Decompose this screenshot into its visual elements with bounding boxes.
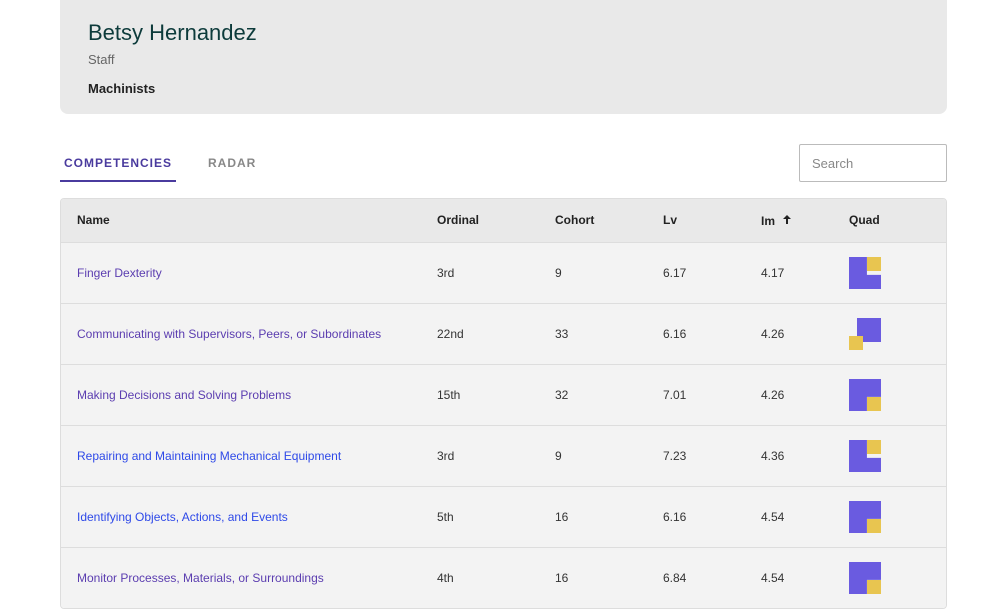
col-header-quad[interactable]: Quad <box>849 213 909 228</box>
cell-im: 4.17 <box>761 266 849 280</box>
col-header-name[interactable]: Name <box>77 213 437 228</box>
table-row: Making Decisions and Solving Problems 15t… <box>61 364 946 425</box>
col-header-im[interactable]: Im <box>761 213 849 228</box>
cell-lv: 7.23 <box>663 449 761 463</box>
cell-lv: 6.16 <box>663 510 761 524</box>
cell-lv: 6.17 <box>663 266 761 280</box>
controls-row: COMPETENCIES RADAR <box>60 144 947 182</box>
cell-quad <box>849 440 909 472</box>
table-header-row: Name Ordinal Cohort Lv Im Quad <box>61 199 946 242</box>
cell-ordinal: 22nd <box>437 327 555 341</box>
cell-cohort: 16 <box>555 571 663 585</box>
cell-im: 4.36 <box>761 449 849 463</box>
cell-quad <box>849 257 909 289</box>
quad-icon <box>849 440 881 472</box>
competency-link[interactable]: Identifying Objects, Actions, and Events <box>77 510 288 524</box>
person-category: Machinists <box>88 81 919 96</box>
person-role: Staff <box>88 52 919 67</box>
competency-link[interactable]: Communicating with Supervisors, Peers, o… <box>77 327 381 341</box>
col-header-cohort[interactable]: Cohort <box>555 213 663 228</box>
quad-icon <box>849 501 881 533</box>
tab-competencies[interactable]: COMPETENCIES <box>60 146 176 182</box>
quad-icon <box>849 257 881 289</box>
tab-radar[interactable]: RADAR <box>204 146 260 182</box>
sort-ascending-icon <box>781 213 793 228</box>
search-input[interactable] <box>799 144 947 182</box>
col-header-lv[interactable]: Lv <box>663 213 761 228</box>
competency-link[interactable]: Finger Dexterity <box>77 266 162 280</box>
cell-cohort: 16 <box>555 510 663 524</box>
cell-quad <box>849 318 909 350</box>
cell-im: 4.54 <box>761 510 849 524</box>
cell-im: 4.54 <box>761 571 849 585</box>
table-row: Monitor Processes, Materials, or Surroun… <box>61 547 946 608</box>
quad-icon <box>849 379 881 411</box>
cell-quad <box>849 562 909 594</box>
quad-icon <box>849 562 881 594</box>
cell-quad <box>849 379 909 411</box>
table-row: Communicating with Supervisors, Peers, o… <box>61 303 946 364</box>
col-header-ordinal[interactable]: Ordinal <box>437 213 555 228</box>
cell-ordinal: 5th <box>437 510 555 524</box>
cell-lv: 6.16 <box>663 327 761 341</box>
competency-link[interactable]: Making Decisions and Solving Problems <box>77 388 291 402</box>
cell-lv: 7.01 <box>663 388 761 402</box>
cell-cohort: 32 <box>555 388 663 402</box>
cell-quad <box>849 501 909 533</box>
table-row: Finger Dexterity 3rd96.174.17 <box>61 242 946 303</box>
quad-icon <box>849 318 881 350</box>
tabs: COMPETENCIES RADAR <box>60 146 260 182</box>
person-name: Betsy Hernandez <box>88 20 919 46</box>
table-row: Repairing and Maintaining Mechanical Equ… <box>61 425 946 486</box>
profile-header-card: Betsy Hernandez Staff Machinists <box>60 0 947 114</box>
cell-im: 4.26 <box>761 388 849 402</box>
competencies-table: Name Ordinal Cohort Lv Im Quad Finger De… <box>60 198 947 609</box>
cell-cohort: 9 <box>555 266 663 280</box>
cell-ordinal: 15th <box>437 388 555 402</box>
cell-cohort: 33 <box>555 327 663 341</box>
cell-ordinal: 4th <box>437 571 555 585</box>
competency-link[interactable]: Monitor Processes, Materials, or Surroun… <box>77 571 324 585</box>
competency-link[interactable]: Repairing and Maintaining Mechanical Equ… <box>77 449 341 463</box>
cell-lv: 6.84 <box>663 571 761 585</box>
cell-ordinal: 3rd <box>437 449 555 463</box>
cell-im: 4.26 <box>761 327 849 341</box>
col-header-im-label: Im <box>761 214 775 228</box>
cell-ordinal: 3rd <box>437 266 555 280</box>
table-row: Identifying Objects, Actions, and Events… <box>61 486 946 547</box>
cell-cohort: 9 <box>555 449 663 463</box>
